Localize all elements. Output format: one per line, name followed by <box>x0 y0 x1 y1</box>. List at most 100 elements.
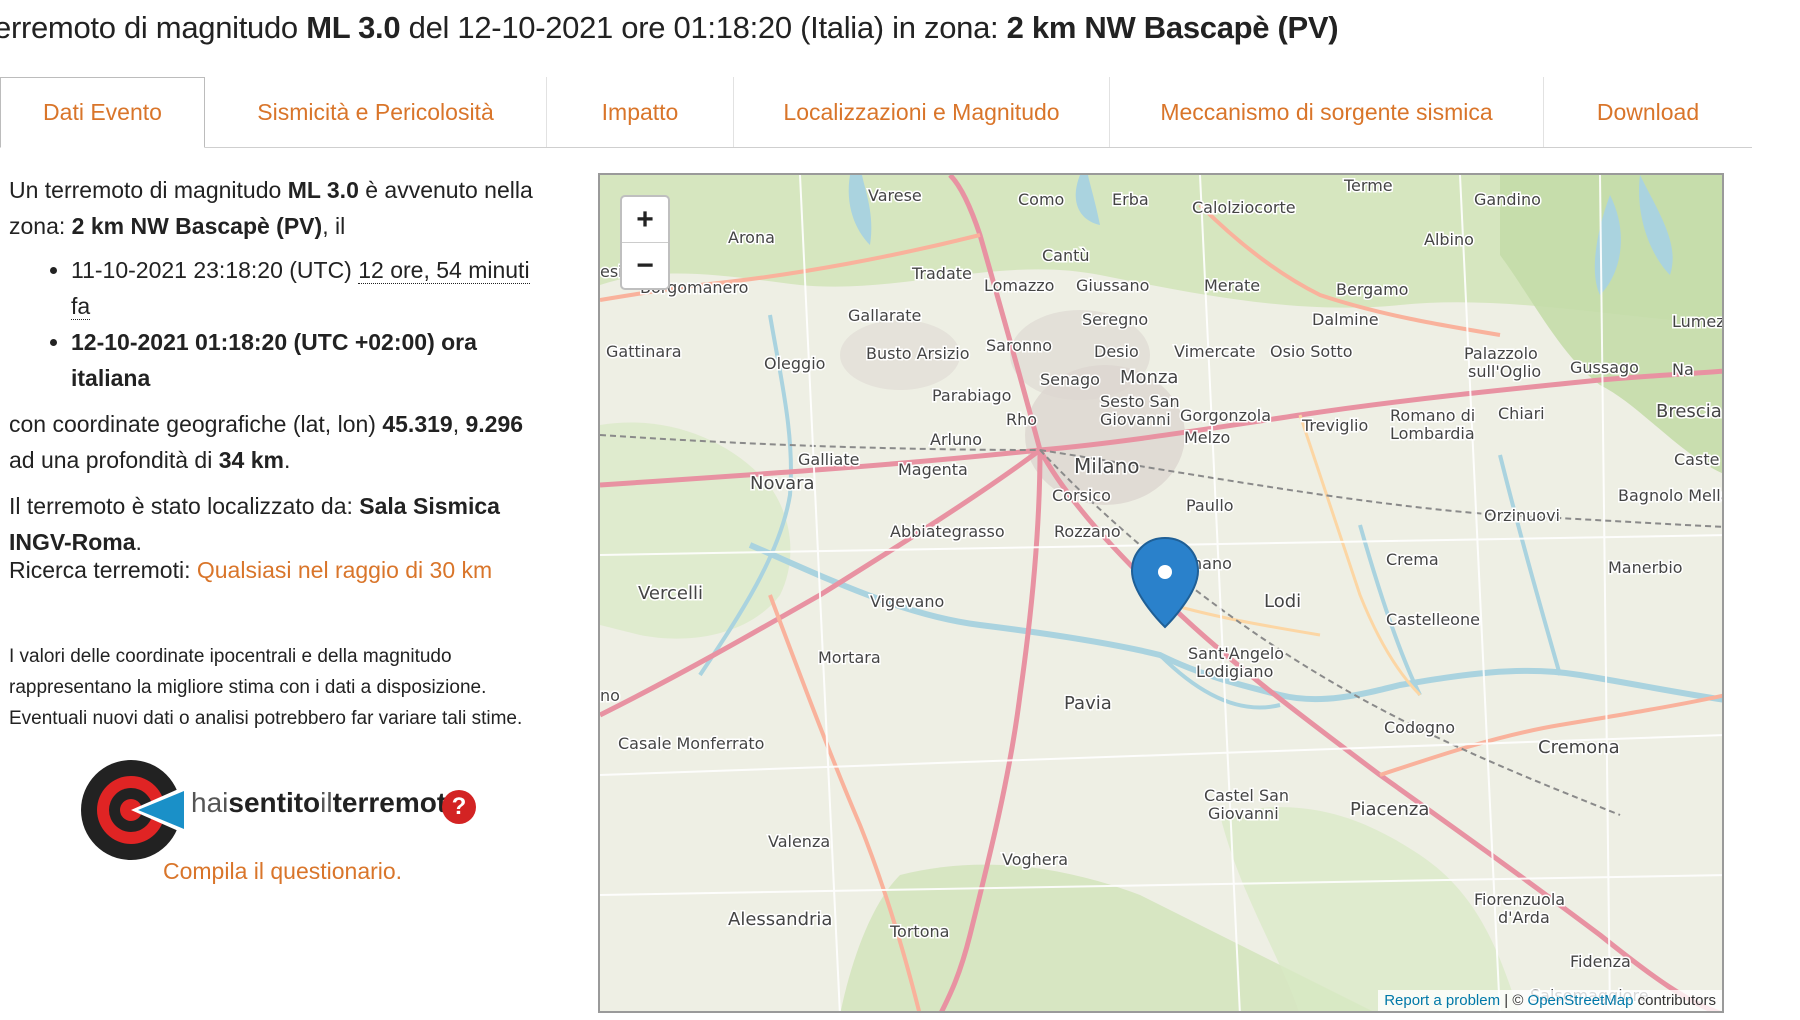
search-radius-link[interactable]: Qualsiasi nel raggio di 30 km <box>197 557 492 583</box>
svg-text:Vigevano: Vigevano <box>870 592 944 611</box>
svg-text:Orzinuovi: Orzinuovi <box>1484 506 1560 525</box>
tab-meccanismo-sorgente[interactable]: Meccanismo di sorgente sismica <box>1110 77 1544 147</box>
search-earthquakes: Ricerca terremoti: Qualsiasi nel raggio … <box>9 557 493 583</box>
svg-text:Paullo: Paullo <box>1186 496 1234 515</box>
svg-text:Lombardia: Lombardia <box>1390 424 1475 443</box>
zoom-in-button[interactable]: + <box>622 197 668 243</box>
svg-text:Gattinara: Gattinara <box>606 342 682 361</box>
svg-text:Bergamo: Bergamo <box>1336 280 1408 299</box>
svg-text:Busto Arsizio: Busto Arsizio <box>866 344 970 363</box>
event-intro: Un terremoto di magnitudo ML 3.0 è avven… <box>9 177 533 239</box>
svg-text:Crema: Crema <box>1386 550 1439 569</box>
epicenter-map[interactable]: Varese Como Erba Calolziocorte Terme Gandino… <box>598 173 1724 1013</box>
svg-text:Seregno: Seregno <box>1082 310 1148 329</box>
question-mark-icon: ? <box>442 790 476 824</box>
svg-text:Lumezz: Lumezz <box>1672 312 1724 331</box>
svg-text:Tortona: Tortona <box>889 922 949 941</box>
svg-text:Pavia: Pavia <box>1064 693 1112 714</box>
report-problem-link[interactable]: Report a problem <box>1384 992 1500 1009</box>
svg-text:Palazzolo: Palazzolo <box>1464 344 1538 363</box>
svg-text:Fiorenzuola: Fiorenzuola <box>1474 890 1565 909</box>
svg-text:Monza: Monza <box>1120 367 1178 388</box>
svg-text:Parabiago: Parabiago <box>932 386 1011 405</box>
map-attribution: Report a problem | © OpenStreetMap contr… <box>1378 990 1722 1011</box>
svg-text:Gallarate: Gallarate <box>848 306 921 325</box>
svg-text:Erba: Erba <box>1112 190 1149 209</box>
svg-text:Na: Na <box>1672 360 1694 379</box>
svg-text:sull'Oglio: sull'Oglio <box>1468 362 1541 381</box>
svg-text:Abbiategrasso: Abbiategrasso <box>890 522 1005 541</box>
openstreetmap-link[interactable]: OpenStreetMap <box>1528 992 1634 1009</box>
svg-text:Galliate: Galliate <box>798 450 859 469</box>
svg-text:Giovanni: Giovanni <box>1208 804 1279 823</box>
event-located-by: Il terremoto è stato localizzato da: Sal… <box>9 493 500 555</box>
utc-time-item: 11-10-2021 23:18:20 (UTC) 12 ore, 54 min… <box>71 252 549 324</box>
map-zoom-control: + − <box>620 195 670 290</box>
svg-text:d'Arda: d'Arda <box>1498 908 1550 927</box>
svg-text:Desio: Desio <box>1094 342 1139 361</box>
event-times: 11-10-2021 23:18:20 (UTC) 12 ore, 54 min… <box>9 252 549 396</box>
svg-text:Melzo: Melzo <box>1184 428 1230 447</box>
svg-text:Lodigiano: Lodigiano <box>1196 662 1273 681</box>
svg-text:Albino: Albino <box>1424 230 1474 249</box>
svg-text:Voghera: Voghera <box>1002 850 1068 869</box>
svg-text:Gorgonzola: Gorgonzola <box>1180 406 1271 425</box>
svg-text:Castel San: Castel San <box>1204 786 1289 805</box>
zoom-out-button[interactable]: − <box>622 243 668 288</box>
svg-text:Alessandria: Alessandria <box>728 909 832 930</box>
svg-text:Lomazzo: Lomazzo <box>984 276 1054 295</box>
svg-text:Rho: Rho <box>1006 410 1037 429</box>
svg-text:Oleggio: Oleggio <box>764 354 825 373</box>
tab-sismicita-pericolosita[interactable]: Sismicità e Pericolosità <box>205 77 547 147</box>
svg-text:Bagnolo Mella: Bagnolo Mella <box>1618 486 1724 505</box>
svg-text:Calolziocorte: Calolziocorte <box>1192 198 1296 217</box>
svg-text:Castelleone: Castelleone <box>1386 610 1480 629</box>
map-tiles: Varese Como Erba Calolziocorte Terme Gandino… <box>600 175 1724 1011</box>
svg-text:Varese: Varese <box>868 186 922 205</box>
svg-text:Merate: Merate <box>1204 276 1260 295</box>
tab-dati-evento[interactable]: Dati Evento <box>0 77 205 148</box>
svg-text:Giovanni: Giovanni <box>1100 410 1171 429</box>
tab-bar: Dati Evento Sismicità e Pericolosità Imp… <box>0 77 1752 148</box>
svg-text:Lodi: Lodi <box>1264 591 1301 612</box>
svg-text:Corsico: Corsico <box>1052 486 1111 505</box>
hst-wordmark: haisentitoilterremoto <box>191 787 464 818</box>
disclaimer-text: I valori delle coordinate ipocentrali e … <box>9 646 523 729</box>
event-coordinates: con coordinate geografiche (lat, lon) 45… <box>9 411 524 473</box>
tab-download[interactable]: Download <box>1544 77 1752 147</box>
event-description: Un terremoto di magnitudo ML 3.0 è avven… <box>9 172 549 560</box>
svg-text:Treviglio: Treviglio <box>1301 416 1368 435</box>
tab-localizzazioni-magnitudo[interactable]: Localizzazioni e Magnitudo <box>734 77 1110 147</box>
hst-logo-icon <box>81 760 184 860</box>
svg-text:Sant'Angelo: Sant'Angelo <box>1188 644 1284 663</box>
svg-text:Dalmine: Dalmine <box>1312 310 1379 329</box>
svg-text:Arluno: Arluno <box>930 430 982 449</box>
hai-sentito-il-terremoto-banner[interactable]: haisentitoilterremoto ? <box>76 755 486 865</box>
svg-text:Chiari: Chiari <box>1498 404 1545 423</box>
svg-text:Romano di: Romano di <box>1390 406 1475 425</box>
svg-text:Valenza: Valenza <box>768 832 830 851</box>
page-title: erremoto di magnitudo ML 3.0 del 12-10-2… <box>0 10 1339 45</box>
svg-text:Piacenza: Piacenza <box>1350 799 1429 820</box>
svg-text:Senago: Senago <box>1040 370 1100 389</box>
svg-text:Caste: Caste <box>1674 450 1719 469</box>
svg-text:Novara: Novara <box>750 473 815 494</box>
svg-text:Codogno: Codogno <box>1384 718 1455 737</box>
svg-text:Arona: Arona <box>728 228 775 247</box>
svg-text:Osio Sotto: Osio Sotto <box>1270 342 1353 361</box>
svg-text:Fidenza: Fidenza <box>1570 952 1631 971</box>
svg-text:Saronno: Saronno <box>986 336 1052 355</box>
svg-text:Vercelli: Vercelli <box>638 583 703 604</box>
svg-text:Brescia: Brescia <box>1656 401 1722 422</box>
svg-text:Cremona: Cremona <box>1538 737 1620 758</box>
svg-text:Cantù: Cantù <box>1042 246 1090 265</box>
svg-text:Sesto San: Sesto San <box>1100 392 1180 411</box>
tab-impatto[interactable]: Impatto <box>547 77 734 147</box>
svg-text:Vimercate: Vimercate <box>1174 342 1255 361</box>
svg-text:Terme: Terme <box>1343 176 1393 195</box>
svg-text:Como: Como <box>1018 190 1064 209</box>
svg-text:no: no <box>600 686 620 705</box>
compile-questionnaire-link[interactable]: Compila il questionario. <box>163 858 402 885</box>
svg-text:Rozzano: Rozzano <box>1054 522 1121 541</box>
svg-text:Manerbio: Manerbio <box>1608 558 1683 577</box>
